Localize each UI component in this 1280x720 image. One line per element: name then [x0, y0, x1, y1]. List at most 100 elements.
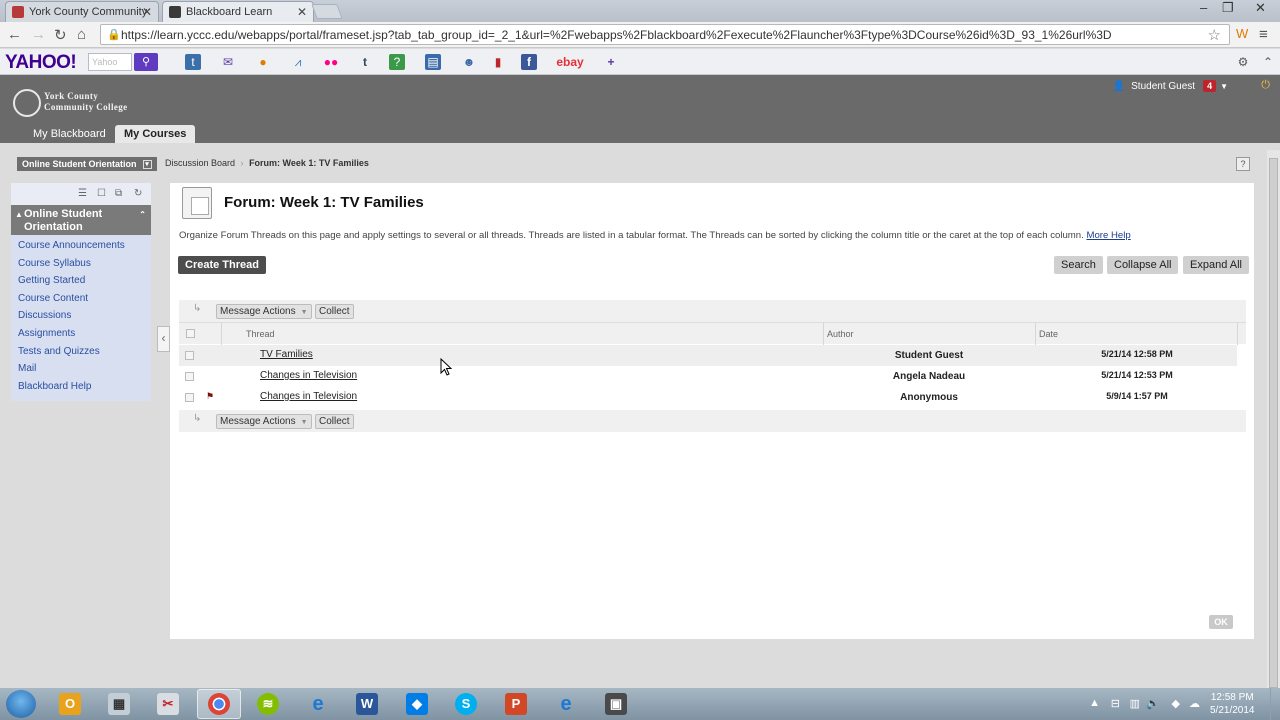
forward-icon[interactable]: → — [31, 26, 46, 43]
new-tab-button[interactable] — [311, 4, 343, 19]
collect-button[interactable]: Collect — [315, 304, 354, 319]
browser-tab-blackboard[interactable]: Blackboard Learn ✕ — [162, 1, 314, 22]
bookmark-icon[interactable]: ▮ — [490, 54, 506, 70]
tab-my-courses[interactable]: My Courses — [115, 125, 196, 143]
toolbar-app-icon[interactable]: t — [185, 54, 201, 70]
device-tray-icon[interactable]: ⊟ — [1111, 697, 1120, 710]
column-header-thread[interactable]: Thread — [246, 329, 275, 339]
row-checkbox[interactable] — [185, 351, 194, 360]
taskbar-powerpoint[interactable]: P — [494, 689, 538, 719]
logout-icon[interactable]: ⏻ — [1261, 79, 1270, 92]
address-bar[interactable]: 🔒 https://learn.yccc.edu/webapps/portal/… — [100, 24, 1230, 45]
people-icon[interactable]: ☻ — [461, 54, 477, 70]
tumblr-icon[interactable]: t — [357, 54, 373, 70]
close-window-icon[interactable]: ✕ — [1255, 0, 1266, 16]
ok-button[interactable]: OK — [1209, 615, 1233, 629]
menu-link-course-content[interactable]: Course Content — [11, 290, 151, 308]
volume-icon[interactable]: 🔈 — [1146, 697, 1160, 710]
close-tab-icon[interactable]: ✕ — [297, 5, 307, 19]
taskbar-calculator[interactable]: ▦ — [97, 689, 141, 719]
flickr-icon[interactable]: ●● — [323, 54, 339, 70]
collapse-all-button[interactable]: Collapse All — [1107, 256, 1179, 274]
page-scrollbar[interactable] — [1267, 150, 1280, 690]
chevron-up-icon[interactable]: ⌃ — [1260, 54, 1276, 70]
notification-badge[interactable]: 4 — [1203, 80, 1217, 92]
taskbar-outlook[interactable]: O — [48, 689, 92, 719]
message-actions-button[interactable]: Message Actions ▼ — [216, 304, 312, 319]
refresh-icon[interactable]: ↻ — [134, 188, 142, 199]
create-thread-button[interactable]: Create Thread — [178, 256, 266, 274]
collect-button[interactable]: Collect — [315, 414, 354, 429]
close-tab-icon[interactable]: ✕ — [142, 5, 152, 19]
chevron-down-icon[interactable]: ▼ — [1220, 82, 1228, 91]
add-icon[interactable]: + — [603, 54, 619, 70]
browser-tab-york-county[interactable]: York County Community ✕ — [5, 1, 159, 22]
breadcrumb-discussion-board[interactable]: Discussion Board — [165, 158, 235, 168]
menu-link-assignments[interactable]: Assignments — [11, 325, 151, 343]
taskbar-skype[interactable]: S — [444, 689, 488, 719]
search-button[interactable]: Search — [1054, 256, 1103, 274]
menu-link-course-syllabus[interactable]: Course Syllabus — [11, 255, 151, 273]
menu-link-blackboard-help[interactable]: Blackboard Help — [11, 378, 151, 396]
extension-icon[interactable]: W — [1236, 26, 1248, 41]
taskbar-word[interactable]: W — [345, 689, 389, 719]
mail-icon[interactable]: ✉ — [220, 54, 236, 70]
user-menu[interactable]: 👤 Student Guest 4 ▼ — [1113, 80, 1228, 92]
yahoo-search-input[interactable]: Yahoo — [88, 53, 132, 71]
bookmark-star-icon[interactable]: ☆ — [1208, 26, 1221, 44]
show-hidden-icons-icon[interactable]: ▲ — [1089, 697, 1100, 709]
help-button[interactable]: ? — [1236, 157, 1250, 171]
minimize-icon[interactable]: – — [1200, 0, 1207, 15]
expand-all-button[interactable]: Expand All — [1183, 256, 1249, 274]
back-icon[interactable]: ← — [7, 26, 22, 43]
taskbar-media-app[interactable]: ▣ — [594, 689, 638, 719]
course-menu-button[interactable]: Online Student Orientation ▾ — [17, 157, 157, 171]
select-all-checkbox[interactable] — [186, 329, 195, 338]
thread-link[interactable]: TV Families — [260, 349, 313, 360]
reload-icon[interactable]: ↻ — [54, 26, 67, 44]
scrollbar-thumb[interactable] — [1269, 158, 1278, 688]
show-desktop-button[interactable] — [1270, 688, 1280, 720]
menu-link-tests-and-quizzes[interactable]: Tests and Quizzes — [11, 343, 151, 361]
list-view-icon[interactable]: ☰ — [78, 188, 87, 199]
column-header-date[interactable]: Date — [1039, 329, 1058, 339]
tab-my-blackboard[interactable]: My Blackboard — [24, 125, 115, 143]
taskbar-clock[interactable]: 12:58 PM 5/21/2014 — [1210, 691, 1255, 717]
row-checkbox[interactable] — [185, 393, 194, 402]
taskbar-snipping-tool[interactable]: ✂ — [146, 689, 190, 719]
more-help-link[interactable]: More Help — [1086, 230, 1130, 241]
taskbar-dropbox[interactable]: ◆ — [395, 689, 439, 719]
start-button[interactable] — [6, 690, 36, 718]
hide-menu-chevron-left-icon[interactable]: ‹ — [157, 326, 170, 352]
message-actions-button[interactable]: Message Actions ▼ — [216, 414, 312, 429]
finance-chart-icon[interactable]: ⩘ — [290, 54, 306, 70]
taskbar-chrome[interactable] — [197, 689, 241, 719]
menu-link-mail[interactable]: Mail — [11, 360, 151, 378]
menu-link-getting-started[interactable]: Getting Started — [11, 272, 151, 290]
gear-icon[interactable]: ⚙ — [1235, 54, 1251, 70]
yahoo-logo[interactable]: YAHOO! — [5, 52, 77, 74]
row-checkbox[interactable] — [185, 372, 194, 381]
menu-icon[interactable]: ≡ — [1259, 26, 1268, 43]
network-icon[interactable]: ▥ — [1130, 697, 1140, 710]
basketball-icon[interactable]: ● — [255, 54, 271, 70]
thread-link[interactable]: Changes in Television — [260, 391, 357, 402]
thread-link[interactable]: Changes in Television — [260, 370, 357, 381]
column-header-author[interactable]: Author — [827, 329, 854, 339]
home-icon[interactable]: ⌂ — [77, 26, 86, 43]
news-icon[interactable]: ▤ — [425, 54, 441, 70]
answers-icon[interactable]: ? — [389, 54, 405, 70]
onedrive-tray-icon[interactable]: ☁ — [1189, 697, 1200, 710]
collapse-icon[interactable]: ⌃ — [139, 208, 146, 221]
taskbar-internet-explorer[interactable]: e — [296, 689, 340, 719]
college-logo-text[interactable]: York County Community College — [44, 91, 128, 113]
ebay-icon[interactable]: ebay — [553, 54, 587, 70]
facebook-icon[interactable]: f — [521, 54, 537, 70]
search-icon[interactable]: ⚲ — [134, 53, 158, 71]
folder-view-icon[interactable]: ☐ — [97, 188, 106, 199]
new-window-icon[interactable]: ⧉ — [115, 188, 122, 199]
taskbar-spotify[interactable]: ≋ — [246, 689, 290, 719]
dropbox-tray-icon[interactable]: ◆ — [1172, 697, 1180, 710]
course-menu-title[interactable]: ▲ Online Student Orientation ⌃ — [11, 205, 151, 235]
menu-link-course-announcements[interactable]: Course Announcements — [11, 237, 151, 255]
